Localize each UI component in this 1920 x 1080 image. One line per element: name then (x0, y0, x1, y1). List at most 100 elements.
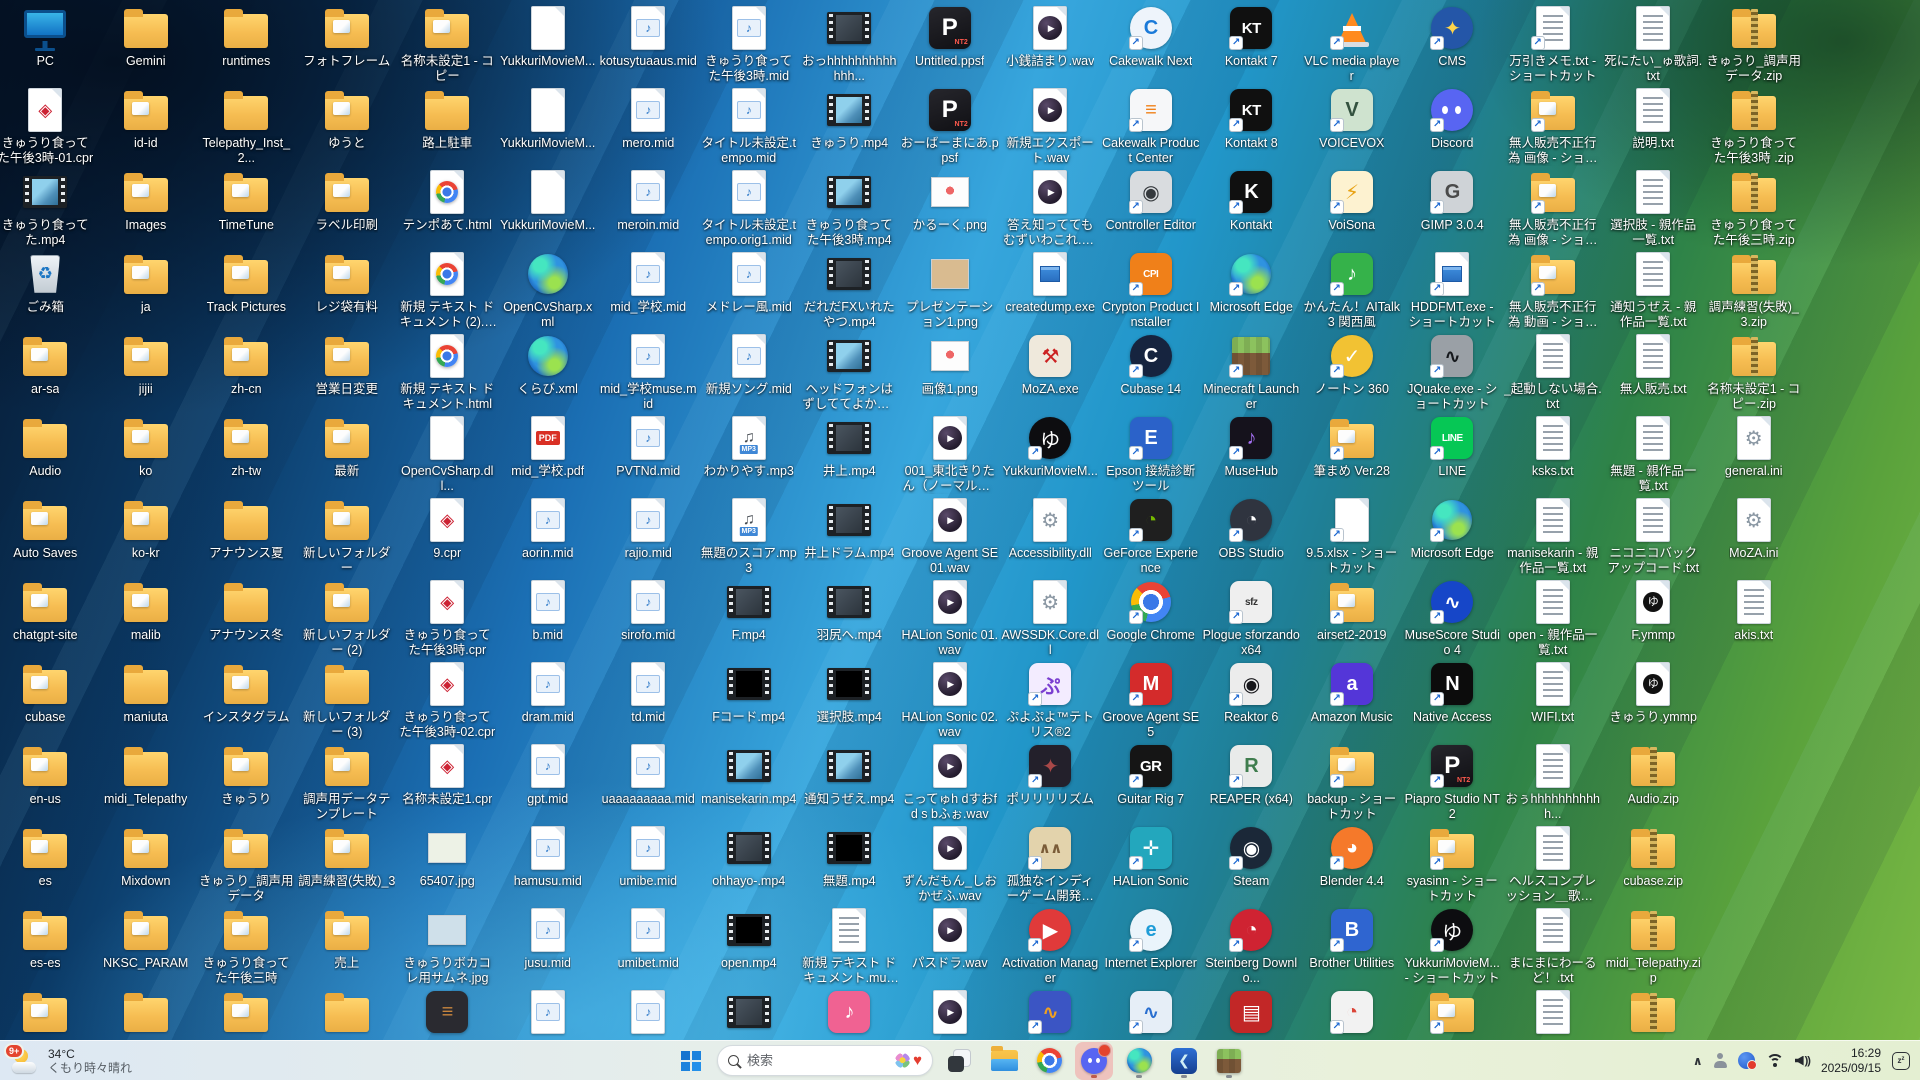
desktop-icon[interactable]: jijii (96, 330, 197, 412)
desktop-icon[interactable]: 路上駐車 (397, 84, 498, 166)
desktop-icon[interactable]: M ↗ Groove Agent SE 5 (1101, 658, 1202, 740)
desktop-icon[interactable]: Fコード.mp4 (699, 658, 800, 740)
desktop-icon[interactable]: ▤ (1201, 986, 1302, 1040)
desktop-icon[interactable]: ♪ dram.mid (498, 658, 599, 740)
desktop-icon[interactable]: 井上.mp4 (799, 412, 900, 494)
desktop-icon[interactable]: ◈ 9.cpr (397, 494, 498, 576)
desktop-icon[interactable]: es (0, 822, 96, 904)
desktop-icon[interactable]: ♪ b.mid (498, 576, 599, 658)
desktop-icon[interactable]: 名称未設定1 - コピー.zip (1704, 330, 1805, 412)
desktop-icon[interactable]: ♪ メドレー風.mid (699, 248, 800, 330)
desktop-icon[interactable]: おっhhhhhhhhhhhhh... (799, 2, 900, 84)
desktop-icon[interactable]: ヘッドフォンはずしててよかっt.mp4 (799, 330, 900, 412)
tray-app-badge-icon[interactable] (1737, 1052, 1757, 1070)
search-box[interactable]: ♥ (717, 1045, 933, 1076)
discord-button-active[interactable] (1075, 1041, 1113, 1080)
desktop-icon[interactable]: OpenCvSharp.xml (498, 248, 599, 330)
start-button[interactable] (672, 1042, 710, 1080)
desktop-icon[interactable]: 調声練習(失敗)_3 (297, 822, 398, 904)
desktop-icon[interactable]: ♪ mid_学校muse.mid (598, 330, 699, 412)
desktop-icon[interactable]: ✓ ↗ ノートン 360 (1302, 330, 1403, 412)
desktop-icon[interactable]: midi_Telepathy (96, 740, 197, 822)
desktop-icon[interactable]: ▶ ↗ Activation Manager (1000, 904, 1101, 986)
desktop-icon[interactable]: 画像1.png (900, 330, 1001, 412)
desktop-icon[interactable]: ▶ 新規エクスポート.wav (1000, 84, 1101, 166)
desktop-icon[interactable]: open - 親作品一覧.txt (1503, 576, 1604, 658)
desktop-icon[interactable]: ゆきゅうり.ymmp (1603, 658, 1704, 740)
desktop-icon[interactable]: ksks.txt (1503, 412, 1604, 494)
desktop-icon[interactable]: akis.txt (1704, 576, 1805, 658)
desktop-icon[interactable]: ♪ rajio.mid (598, 494, 699, 576)
desktop-icon[interactable]: ♪ (498, 986, 599, 1040)
desktop-icon[interactable]: レジ袋有料 (297, 248, 398, 330)
desktop-icon[interactable]: Audio (0, 412, 96, 494)
desktop-icon[interactable]: ♪ ↗ MuseHub (1201, 412, 1302, 494)
desktop-icon[interactable]: cubase.zip (1603, 822, 1704, 904)
desktop-icon[interactable]: ♪ uaaaaaaaaa.mid (598, 740, 699, 822)
desktop-icon[interactable]: V ↗ VOICEVOX (1302, 84, 1403, 166)
desktop-icon[interactable]: ◉ ↗ Steam (1201, 822, 1302, 904)
desktop-icon[interactable]: maniuta (96, 658, 197, 740)
desktop-icon[interactable]: 無題.mp4 (799, 822, 900, 904)
desktop-icon[interactable]: ↗ Microsoft Edge (1201, 248, 1302, 330)
task-view-button[interactable] (940, 1042, 978, 1080)
desktop-icon[interactable]: ♪ sirofo.mid (598, 576, 699, 658)
desktop-icon[interactable]: きゅうり食ってた午後三時 (196, 904, 297, 986)
wifi-icon[interactable] (1765, 1053, 1784, 1068)
desktop-icon[interactable]: きゅうり_調声用データ.zip (1704, 2, 1805, 84)
desktop-icon[interactable]: Telepathy_Inst_2... (196, 84, 297, 166)
desktop-icon[interactable]: ♫ MP3 わかりやす.mp3 (699, 412, 800, 494)
desktop-icon[interactable] (0, 986, 96, 1040)
desktop-icon[interactable]: 調声練習(失敗)_3.zip (1704, 248, 1805, 330)
desktop-icon[interactable]: 営業日変更 (297, 330, 398, 412)
desktop-icon[interactable]: ✦ ↗ CMS (1402, 2, 1503, 84)
desktop-icon[interactable]: ↗ 無人販売不正行為 画像 - ショートカッ... (1503, 84, 1604, 166)
desktop-icon[interactable]: P NT2 おーばーまにあ.ppsf (900, 84, 1001, 166)
desktop-icon[interactable]: きゅうりボカコレ用サムネ.jpg (397, 904, 498, 986)
desktop-icon[interactable]: きゅうり食ってた午後3時 .zip (1704, 84, 1805, 166)
desktop-icon[interactable]: ♪ タイトル未設定.tempo.mid (699, 84, 800, 166)
desktop-icon[interactable]: ↗ Google Chrome (1101, 576, 1202, 658)
desktop-icon[interactable]: ♪ (799, 986, 900, 1040)
desktop-icon[interactable]: ▶ Groove Agent SE 01.wav (900, 494, 1001, 576)
desktop-icon[interactable]: N ↗ Native Access (1402, 658, 1503, 740)
desktop-icon[interactable]: ▶ HALion Sonic 01.wav (900, 576, 1001, 658)
desktop-icon[interactable]: 説明.txt (1603, 84, 1704, 166)
desktop-icon[interactable]: chatgpt-site (0, 576, 96, 658)
desktop-icon[interactable]: P NT2 Untitled.ppsf (900, 2, 1001, 84)
desktop-icon[interactable]: 死にたい_ゅ歌詞.txt (1603, 2, 1704, 84)
desktop-icon[interactable]: malib (96, 576, 197, 658)
desktop-icon[interactable]: きゅうり食ってた午後3時.mp4 (799, 166, 900, 248)
clock[interactable]: 16:29 2025/09/15 (1821, 1046, 1881, 1076)
desktop-icon[interactable]: runtimes (196, 2, 297, 84)
desktop-icon[interactable]: PDF mid_学校.pdf (498, 412, 599, 494)
desktop-icon[interactable]: ⚒ MoZA.exe (1000, 330, 1101, 412)
desktop-icon[interactable]: G ↗ GIMP 3.0.4 (1402, 166, 1503, 248)
desktop-icon[interactable]: ↗ HDDFMT.exe - ショートカット (1402, 248, 1503, 330)
desktop-icon[interactable]: ▶ HALion Sonic 02.wav (900, 658, 1001, 740)
desktop-icon[interactable]: ♪ aorin.mid (498, 494, 599, 576)
desktop-icon[interactable]: KT ↗ Kontakt 8 (1201, 84, 1302, 166)
desktop-icon[interactable]: 羽尻へ.mp4 (799, 576, 900, 658)
desktop-icon[interactable]: ⚙ AWSSDK.Core.dll (1000, 576, 1101, 658)
desktop-icon[interactable]: ♪ (598, 986, 699, 1040)
desktop-icon[interactable]: ニコニコバックアップコード.txt (1603, 494, 1704, 576)
desktop-icon[interactable]: きゅうり食ってた午後三時.zip (1704, 166, 1805, 248)
desktop-icon[interactable]: sfz ↗ Plogue sforzando x64 (1201, 576, 1302, 658)
desktop-icon[interactable]: CPI ↗ Crypton Product Installer (1101, 248, 1202, 330)
desktop-icon[interactable]: ▶ (900, 986, 1001, 1040)
desktop-icon[interactable]: ♪ gpt.mid (498, 740, 599, 822)
desktop-icon[interactable]: en-us (0, 740, 96, 822)
desktop-icon[interactable]: ◔ ↗ (1302, 986, 1403, 1040)
desktop-icon[interactable]: C ↗ Cubase 14 (1101, 330, 1202, 412)
desktop-icon[interactable]: ▶001_東北きりたん（ノーマル）_今じゃ... (900, 412, 1001, 494)
desktop-icon[interactable]: ▶ こってゅh dすおf d s bふぉ.wav (900, 740, 1001, 822)
desktop-icon[interactable]: ゆ F.ymmp (1603, 576, 1704, 658)
desktop-icon[interactable]: ↗ 筆まめ Ver.28 (1302, 412, 1403, 494)
desktop-icon[interactable]: LINE ↗ LINE (1402, 412, 1503, 494)
desktop-icon[interactable]: ohhayo-.mp4 (699, 822, 800, 904)
desktop-icon[interactable]: 無人販売.txt (1603, 330, 1704, 412)
desktop-icon[interactable]: 新規 テキスト ドキュメント.musicxml (799, 904, 900, 986)
desktop-icon[interactable]: ♪ 新規ソング.mid (699, 330, 800, 412)
desktop-icon[interactable]: PC (0, 2, 96, 84)
